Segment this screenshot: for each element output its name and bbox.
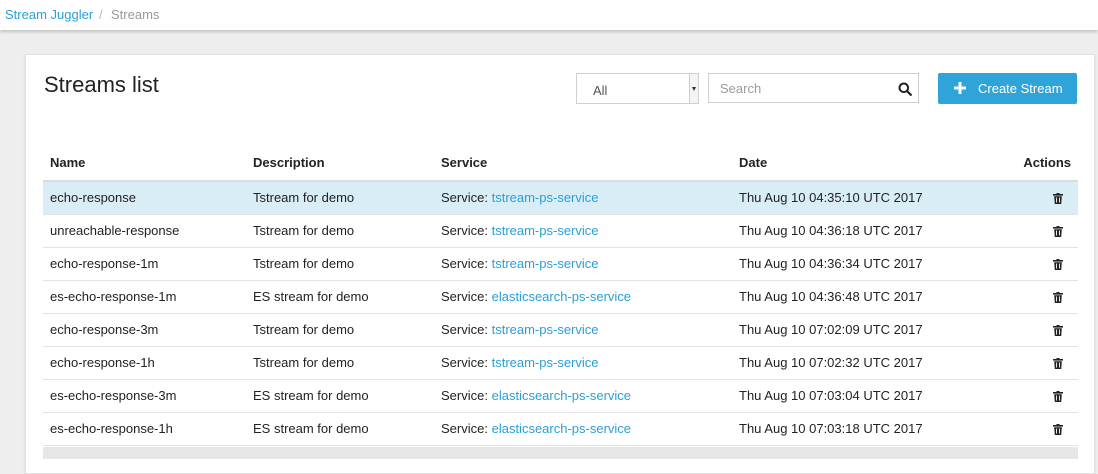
top-bar: Stream Juggler / Streams (0, 0, 1098, 30)
cell-date: Thu Aug 10 04:36:18 UTC 2017 (732, 214, 982, 248)
search-input[interactable] (709, 74, 889, 102)
cell-service: Service: tstream-ps-service (434, 346, 732, 380)
cell-service: Service: tstream-ps-service (434, 247, 732, 281)
trash-icon[interactable] (1053, 259, 1063, 271)
table-row[interactable]: es-echo-response-1m ES stream for demo S… (43, 280, 1078, 314)
service-link[interactable]: tstream-ps-service (492, 223, 599, 238)
cell-name: echo-response-1h (43, 346, 246, 380)
trash-icon[interactable] (1053, 358, 1063, 370)
service-prefix: Service: (441, 388, 488, 403)
service-link[interactable]: elasticsearch-ps-service (492, 289, 631, 304)
trash-icon[interactable] (1053, 193, 1063, 205)
table-row[interactable]: echo-response-1h Tstream for demo Servic… (43, 346, 1078, 380)
cell-description: ES stream for demo (246, 280, 434, 314)
filter-select[interactable]: All (576, 73, 699, 104)
service-prefix: Service: (441, 256, 488, 271)
filter-selected-value: All (593, 83, 608, 98)
service-prefix: Service: (441, 190, 488, 206)
table-row[interactable]: es-echo-response-1h ES stream for demo S… (43, 412, 1078, 446)
search-box (708, 73, 919, 103)
plus-icon (954, 82, 966, 94)
cell-name: echo-response-1m (43, 247, 246, 281)
cell-name: es-echo-response-1h (43, 412, 246, 446)
trash-icon[interactable] (1053, 292, 1063, 304)
service-prefix: Service: (441, 223, 488, 238)
horizontal-scrollbar[interactable] (43, 447, 1078, 459)
cell-actions (982, 214, 1078, 248)
service-link[interactable]: elasticsearch-ps-service (492, 388, 631, 403)
service-link[interactable]: tstream-ps-service (492, 355, 599, 370)
column-header-actions: Actions (982, 145, 1078, 182)
cell-date: Thu Aug 10 07:02:32 UTC 2017 (732, 346, 982, 380)
service-link[interactable]: tstream-ps-service (492, 322, 599, 337)
cell-date: Thu Aug 10 04:36:34 UTC 2017 (732, 247, 982, 281)
cell-name: es-echo-response-3m (43, 379, 246, 413)
cell-service: Service: tstream-ps-service (434, 313, 732, 347)
cell-service: Service: elasticsearch-ps-service (434, 412, 732, 446)
create-stream-button[interactable]: Create Stream (938, 73, 1077, 104)
cell-name: unreachable-response (43, 214, 246, 248)
table-row[interactable]: echo-response Tstream for demo Service: … (43, 181, 1078, 215)
cell-description: Tstream for demo (246, 181, 434, 215)
table-row[interactable]: echo-response-3m Tstream for demo Servic… (43, 313, 1078, 347)
table-row[interactable]: echo-response-1m Tstream for demo Servic… (43, 247, 1078, 281)
cell-actions (982, 346, 1078, 380)
service-link[interactable]: tstream-ps-service (492, 256, 599, 271)
service-prefix: Service: (441, 322, 488, 337)
column-header-name[interactable]: Name (43, 145, 246, 182)
cell-description: Tstream for demo (246, 313, 434, 347)
cell-date: Thu Aug 10 07:02:09 UTC 2017 (732, 313, 982, 347)
cell-actions (982, 280, 1078, 314)
trash-icon[interactable] (1053, 391, 1063, 403)
cell-name: echo-response-3m (43, 313, 246, 347)
streams-card: Streams list All Create Stream Name Desc… (25, 54, 1095, 474)
search-icon[interactable] (898, 82, 912, 96)
cell-date: Thu Aug 10 07:03:04 UTC 2017 (732, 379, 982, 413)
column-header-date[interactable]: Date (732, 145, 982, 182)
cell-name: es-echo-response-1m (43, 280, 246, 314)
trash-icon[interactable] (1053, 325, 1063, 337)
service-prefix: Service: (441, 421, 488, 436)
streams-table: Name Description Service Date Actions ec… (43, 145, 1078, 446)
table-row[interactable]: unreachable-response Tstream for demo Se… (43, 214, 1078, 248)
trash-icon[interactable] (1053, 424, 1063, 436)
cell-name: echo-response (43, 181, 246, 215)
cell-description: Tstream for demo (246, 346, 434, 380)
cell-service: Service: elasticsearch-ps-service (434, 280, 732, 314)
cell-description: ES stream for demo (246, 412, 434, 446)
cell-actions (982, 412, 1078, 446)
cell-service: Service: elasticsearch-ps-service (434, 379, 732, 413)
cell-actions (982, 313, 1078, 347)
cell-service: Service: tstream-ps-service (434, 181, 732, 215)
cell-date: Thu Aug 10 04:36:48 UTC 2017 (732, 280, 982, 314)
page-title: Streams list (44, 72, 159, 97)
service-link[interactable]: elasticsearch-ps-service (492, 421, 631, 436)
trash-icon[interactable] (1053, 226, 1063, 238)
cell-date: Thu Aug 10 04:35:10 UTC 2017 (732, 181, 982, 215)
breadcrumb-separator: / (99, 7, 103, 22)
cell-service: Service: tstream-ps-service (434, 214, 732, 248)
cell-description: ES stream for demo (246, 379, 434, 413)
table-header-row: Name Description Service Date Actions (43, 145, 1078, 182)
column-header-description[interactable]: Description (246, 145, 434, 182)
service-prefix: Service: (441, 289, 488, 304)
cell-actions (982, 181, 1078, 215)
breadcrumb-home-link[interactable]: Stream Juggler (5, 7, 93, 22)
service-link[interactable]: tstream-ps-service (492, 190, 599, 205)
chevron-down-icon[interactable] (689, 74, 698, 103)
service-prefix: Service: (441, 355, 488, 370)
cell-actions (982, 247, 1078, 281)
table-row[interactable]: es-echo-response-3m ES stream for demo S… (43, 379, 1078, 413)
column-header-service[interactable]: Service (434, 145, 732, 182)
cell-actions (982, 379, 1078, 413)
create-stream-label: Create Stream (978, 81, 1063, 96)
cell-description: Tstream for demo (246, 214, 434, 248)
cell-date: Thu Aug 10 07:03:18 UTC 2017 (732, 412, 982, 446)
breadcrumb-current: Streams (111, 7, 160, 22)
cell-description: Tstream for demo (246, 247, 434, 281)
